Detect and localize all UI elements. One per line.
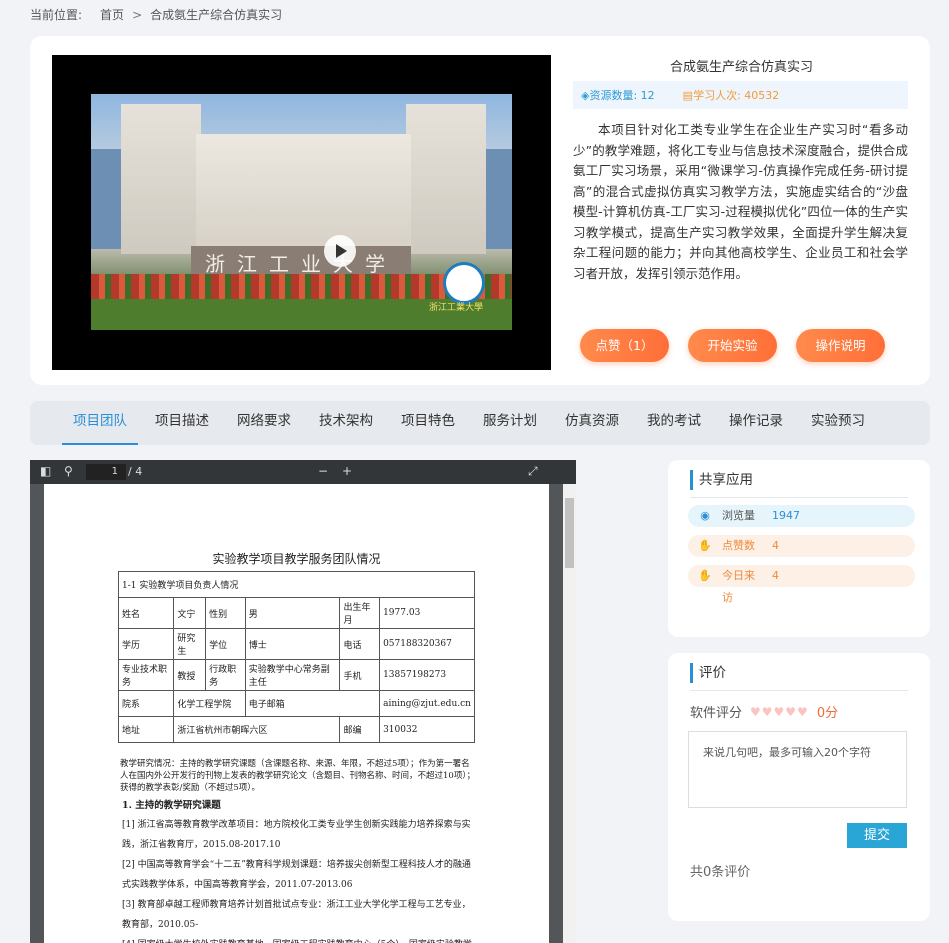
search-icon[interactable]: ⚲ [64, 464, 73, 478]
breadcrumb: 当前位置: 首页 > 合成氨生产综合仿真实习 [30, 6, 282, 23]
review-count: 共0条评价 [690, 865, 751, 880]
scrollbar-thumb[interactable] [565, 498, 574, 568]
university-logo-icon [443, 262, 485, 304]
pdf-toolbar: ◧ ⚲ 1 / 4 − + ⤢ [30, 460, 576, 484]
book-icon: ▤ [682, 89, 694, 102]
resources-count: ◈资源数量: 12 [581, 89, 655, 102]
project-description: 本项目针对化工类专业学生在企业生产实习时“看多动少”的教学难题，将化工专业与信息… [573, 122, 908, 281]
table-row: 专业技术职务 教授 行政职务 实验教学中心常务副主任 手机 13857198273 [117, 659, 475, 691]
building-left [121, 104, 201, 254]
tab-project-features[interactable]: 项目特色 [390, 401, 466, 445]
rating: 软件评分 ♥♥♥♥♥ 0分 [690, 702, 839, 722]
zoom-in-icon[interactable]: + [342, 464, 352, 478]
play-icon[interactable] [324, 235, 356, 267]
tab-tech-architecture[interactable]: 技术架构 [308, 401, 384, 445]
pdf-page: 实验教学项目教学服务团队情况 1-1 实验教学项目负责人情况 姓名 文宁 性别男出生… [44, 484, 549, 943]
review-panel: 评价 软件评分 ♥♥♥♥♥ 0分 来说几句吧，最多可输入20个字符 提交 共0条… [668, 653, 930, 921]
divider [690, 690, 908, 691]
operation-guide-button[interactable]: 操作说明 [796, 329, 885, 362]
tab-bar: 项目团队 项目描述 网络要求 技术架构 项目特色 服务计划 仿真资源 我的考试 … [30, 401, 930, 445]
divider [690, 497, 908, 498]
university-logo-text: 浙江工業大學 [429, 303, 484, 313]
today-row: ✋ 今日来访 4 [688, 565, 915, 604]
doc-section: 1-1 实验教学项目负责人情况 [118, 571, 475, 598]
share-panel: 共享应用 ◉ 浏览量 1947 ✋ 点赞数 4 ✋ 今日来访 4 [668, 460, 930, 637]
video-player[interactable]: 浙江工业大学 浙江工業大學 [52, 55, 551, 370]
page-number-input[interactable]: 1 [86, 464, 126, 480]
review-textarea[interactable]: 来说几句吧，最多可输入20个字符 [688, 731, 907, 808]
zoom-out-icon[interactable]: − [318, 464, 328, 478]
tab-project-team[interactable]: 项目团队 [62, 401, 138, 445]
likes-row: ✋ 点赞数 4 [688, 535, 915, 557]
table-row: 姓名 文宁 性别男出生年月 1977.03 [117, 597, 475, 629]
research-intro: 教学研究情况：主持的教学研究课题（含课题名称、来源、年限，不超过5项）；作为第一… [120, 759, 476, 793]
building-center [196, 134, 411, 254]
breadcrumb-prefix: 当前位置: [30, 8, 83, 22]
views-row: ◉ 浏览量 1947 [688, 505, 915, 527]
breadcrumb-home[interactable]: 首页 [100, 6, 124, 23]
breadcrumb-current: 合成氨生产综合仿真实习 [150, 8, 283, 22]
table-row: 学历 研究生 学位 博士 电话 057188320367 [117, 628, 475, 660]
thumbs-up-icon: ✋ [698, 569, 712, 582]
start-experiment-button[interactable]: 开始实验 [688, 329, 777, 362]
submit-button[interactable]: 提交 [847, 823, 907, 848]
thumbs-up-icon: ✋ [698, 539, 712, 552]
tab-my-exams[interactable]: 我的考试 [636, 401, 712, 445]
research-heading: 1. 主持的教学研究课题 [122, 800, 221, 811]
today-value: 4 [772, 569, 779, 582]
tab-service-plan[interactable]: 服务计划 [472, 401, 548, 445]
pdf-viewer[interactable]: ◧ ⚲ 1 / 4 − + ⤢ 实验教学项目教学服务团队情况 1-1 实验教学项… [30, 460, 576, 943]
likes-label: 点赞数 [722, 539, 755, 552]
views-label: 浏览量 [722, 509, 755, 522]
table-row: 院系 化学工程学院 电子邮箱 aining@zjut.edu.cn [117, 690, 475, 717]
likes-value: 4 [772, 539, 779, 552]
project-stats: ◈资源数量: 12 ▤学习人次: 40532 [573, 81, 908, 109]
tab-simulation-resources[interactable]: 仿真资源 [554, 401, 630, 445]
today-label: 今日来访 [722, 569, 755, 604]
fullscreen-icon[interactable]: ⤢ [528, 464, 538, 479]
sidebar-toggle-icon[interactable]: ◧ [40, 464, 51, 478]
doc-title: 实验教学项目教学服务团队情况 [212, 552, 381, 566]
review-title: 评价 [690, 663, 726, 683]
video-frame: 浙江工业大学 浙江工業大學 [91, 94, 512, 330]
rating-score: 0分 [816, 706, 839, 721]
views-value: 1947 [772, 509, 800, 522]
learners-count: ▤学习人次: 40532 [682, 89, 780, 102]
list-item: [4] 国家级大学生校外实践教育基地、国家级工程实践教育中心（5个）、国家级实验… [122, 935, 478, 943]
rating-hearts-icon[interactable]: ♥♥♥♥♥ [750, 705, 809, 719]
building-right [406, 104, 486, 254]
list-item: [2] 中国高等教育学会“十二五”教育科学规划课题：培养拔尖创新型工程科技人才的… [122, 860, 471, 890]
page-total: / 4 [128, 465, 143, 478]
breadcrumb-separator: > [132, 7, 143, 22]
list-item: [1] 浙江省高等教育教学改革项目：地方院校化工类专业学生创新实践能力培养探索与… [122, 820, 471, 850]
tab-operation-records[interactable]: 操作记录 [718, 401, 794, 445]
project-title: 合成氨生产综合仿真实习 [669, 60, 813, 75]
eye-icon: ◉ [700, 509, 710, 522]
tab-network-requirements[interactable]: 网络要求 [226, 401, 302, 445]
share-title: 共享应用 [690, 470, 753, 490]
list-item: [3] 教育部卓越工程师教育培养计划首批试点专业：浙江工业大学化学工程与工艺专业… [122, 900, 471, 930]
table-row: 地址 浙江省杭州市朝晖六区 邮编 310032 [117, 716, 475, 743]
doc-table: 1-1 实验教学项目负责人情况 姓名 文宁 性别男出生年月 1977.03 学历 研究生… [117, 571, 475, 743]
rating-label: 软件评分 [690, 706, 743, 721]
tab-experiment-preview[interactable]: 实验预习 [800, 401, 876, 445]
project-card: 浙江工业大学 浙江工業大學 合成氨生产综合仿真实习 ◈资源数量: 12 ▤学习人… [30, 36, 930, 385]
tab-project-description[interactable]: 项目描述 [144, 401, 220, 445]
pdf-scrollbar[interactable] [563, 484, 576, 943]
like-button[interactable]: 点赞（1） [580, 329, 669, 362]
